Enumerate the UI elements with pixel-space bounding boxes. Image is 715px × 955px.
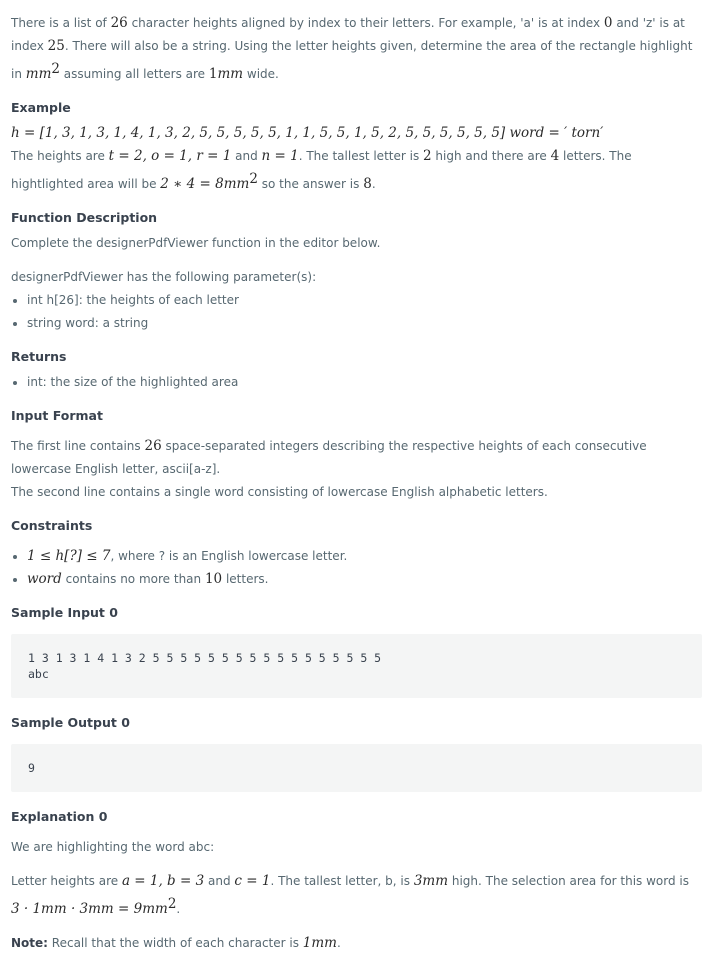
example-paragraph: The heights are t = 2, o = 1, r = 1 and …: [11, 148, 632, 192]
sample-output-code[interactable]: 9: [11, 744, 702, 792]
parameters-intro: designerPdfViewer has the following para…: [11, 270, 317, 284]
list-item: word contains no more than 10 letters.: [13, 568, 702, 591]
explanation-formula: 3 · 1mm · 3mm = 9mm2.: [11, 896, 181, 917]
input-format-line-2: The second line contains a single word c…: [11, 485, 548, 499]
list-item: int h[26]: the heights of each letter: [13, 289, 702, 312]
constraints-heading: Constraints: [11, 518, 93, 533]
returns-list: int: the size of the highlighted area: [11, 371, 702, 394]
function-description-heading: Function Description: [11, 210, 158, 225]
explanation-heading: Explanation 0: [11, 809, 108, 824]
intro-paragraph: There is a list of 26 character heights …: [11, 15, 693, 82]
explanation-line-2: Letter heights are a = 1, b = 3 and c = …: [11, 873, 690, 889]
note-paragraph: Note: Recall that the width of each char…: [11, 935, 341, 951]
list-item: 1 ≤ h[?] ≤ 7, where ? is an English lowe…: [13, 545, 702, 568]
example-heading: Example: [11, 100, 71, 115]
example-formula: h = [1, 3, 1, 3, 1, 4, 1, 3, 2, 5, 5, 5,…: [11, 125, 604, 141]
constraints-list: 1 ≤ h[?] ≤ 7, where ? is an English lowe…: [11, 545, 702, 591]
sample-output-heading: Sample Output 0: [11, 715, 130, 730]
parameter-list: int h[26]: the heights of each letter st…: [11, 289, 702, 335]
sample-input-heading: Sample Input 0: [11, 605, 118, 620]
sample-input-code[interactable]: 1 3 1 3 1 4 1 3 2 5 5 5 5 5 5 5 5 5 5 5 …: [11, 634, 702, 698]
input-format-heading: Input Format: [11, 408, 103, 423]
list-item: int: the size of the highlighted area: [13, 371, 702, 394]
function-description-text: Complete the designerPdfViewer function …: [11, 236, 381, 250]
problem-statement: There is a list of 26 character heights …: [0, 0, 715, 955]
input-format-line-1: The first line contains 26 space-separat…: [11, 438, 647, 476]
returns-heading: Returns: [11, 349, 67, 364]
list-item: string word: a string: [13, 312, 702, 335]
explanation-line-1: We are highlighting the word abc:: [11, 840, 215, 854]
